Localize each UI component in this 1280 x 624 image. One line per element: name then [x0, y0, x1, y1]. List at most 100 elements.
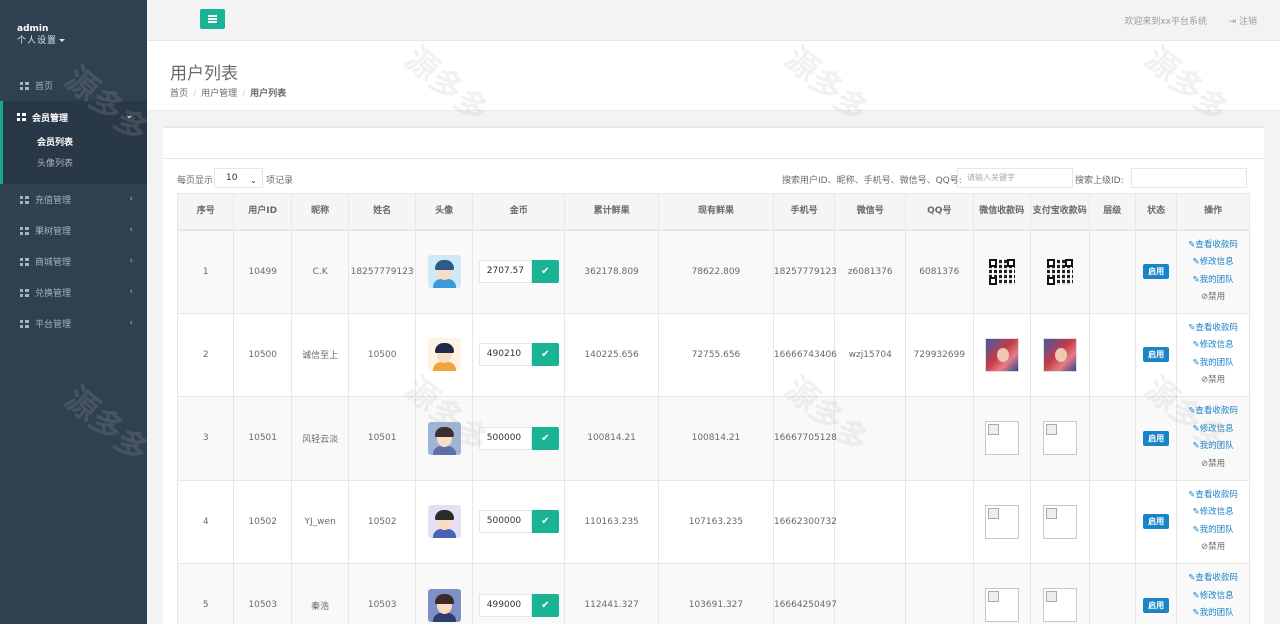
cell-wechat-code: [972, 312, 1032, 397]
cell-qq: 729932699: [905, 312, 974, 397]
cell-level: [1088, 479, 1136, 564]
cell-coin: 499000 ✔: [472, 563, 566, 624]
sidebar-item-platform[interactable]: 平台管理 ‹: [0, 308, 147, 339]
broken-image[interactable]: [1042, 588, 1077, 623]
payment-code-photo[interactable]: [984, 337, 1019, 372]
sidebar-subitem-avatar-list[interactable]: 头像列表: [3, 154, 147, 175]
my-team-link[interactable]: ✎我的团队: [1177, 272, 1249, 290]
column-header: 用户ID: [233, 193, 292, 231]
payment-code-photo[interactable]: [1042, 337, 1077, 372]
my-team-link[interactable]: ✎我的团队: [1177, 605, 1249, 623]
cell-status: 启用: [1134, 563, 1178, 624]
coin-input[interactable]: 2707.57: [478, 260, 532, 283]
status-badge[interactable]: 启用: [1143, 597, 1170, 613]
sidebar-item-exchange[interactable]: 兑换管理 ‹: [0, 277, 147, 308]
breadcrumb-home[interactable]: 首页: [170, 89, 188, 99]
column-header: 昵称: [290, 193, 350, 231]
status-badge[interactable]: 启用: [1143, 264, 1170, 279]
logout-link[interactable]: ⇥ 注销: [1229, 14, 1257, 27]
breadcrumb-parent[interactable]: 用户管理: [201, 89, 237, 99]
avatar[interactable]: [427, 421, 461, 455]
broken-image[interactable]: [1042, 504, 1077, 539]
edit-info-link[interactable]: ✎修改信息: [1177, 337, 1249, 355]
page-length-select[interactable]: 10 ⌄: [214, 168, 263, 188]
sidebar-item-fruit-tree[interactable]: 果树管理 ‹: [0, 215, 147, 246]
sidebar-item-recharge[interactable]: 充值管理 ‹: [0, 184, 147, 215]
my-team-link[interactable]: ✎我的团队: [1177, 438, 1249, 456]
avatar[interactable]: [427, 338, 461, 372]
confirm-coin-button[interactable]: ✔: [531, 426, 559, 450]
status-badge[interactable]: 启用: [1143, 430, 1170, 446]
sidebar-subitem-member-list[interactable]: 会员列表: [3, 133, 147, 154]
cell-current-fruit: 100814.21: [657, 396, 774, 481]
avatar[interactable]: [427, 505, 461, 539]
view-payment-code-link[interactable]: ✎查看收款码: [1177, 320, 1249, 338]
cell-actions: ✎查看收款码✎修改信息✎我的团队⊘禁用: [1176, 396, 1250, 481]
cell-total-fruit: 140225.656: [564, 312, 659, 397]
cell-wechat: [834, 563, 907, 624]
disable-link[interactable]: ⊘禁用: [1177, 539, 1249, 557]
qr-code-image[interactable]: [988, 258, 1015, 285]
cell-current-fruit: 103691.327: [657, 563, 774, 624]
view-payment-code-link[interactable]: ✎查看收款码: [1177, 237, 1249, 255]
confirm-coin-button[interactable]: ✔: [531, 593, 559, 617]
cell-qq: 6081376: [905, 229, 974, 314]
avatar[interactable]: [427, 255, 461, 288]
view-payment-code-link[interactable]: ✎查看收款码: [1177, 487, 1249, 505]
sidebar-item-home[interactable]: 首页: [0, 70, 147, 101]
status-badge[interactable]: 启用: [1143, 347, 1170, 363]
view-payment-code-link[interactable]: ✎查看收款码: [1177, 403, 1249, 421]
broken-image[interactable]: [1042, 421, 1077, 456]
edit-info-link[interactable]: ✎修改信息: [1177, 254, 1249, 272]
column-header: 累计鲜果: [564, 193, 659, 231]
chevron-left-icon: ‹: [129, 287, 133, 297]
cell-nickname: 诚信至上: [290, 312, 350, 397]
broken-image[interactable]: [984, 421, 1019, 456]
cell-avatar: [414, 396, 474, 481]
page-title: 用户列表: [170, 64, 238, 84]
coin-input[interactable]: 500000: [478, 426, 532, 450]
cell-alipay-code: [1030, 563, 1090, 624]
confirm-coin-button[interactable]: ✔: [531, 510, 559, 534]
cell-actions: ✎查看收款码✎修改信息✎我的团队⊘禁用: [1176, 312, 1250, 397]
sidebar-group-member: 会员管理 ⌄ 会员列表 头像列表: [0, 101, 147, 184]
cell-alipay-code: [1030, 229, 1090, 314]
sidebar-item-member[interactable]: 会员管理 ⌄: [3, 101, 147, 133]
view-payment-code-link[interactable]: ✎查看收款码: [1177, 570, 1249, 588]
my-team-link[interactable]: ✎我的团队: [1177, 355, 1249, 373]
menu-toggle-button[interactable]: [200, 9, 225, 29]
column-header: 现有鲜果: [657, 193, 774, 231]
cell-avatar: [414, 479, 474, 564]
edit-icon: ✎: [1192, 507, 1200, 518]
disable-link[interactable]: ⊘禁用: [1177, 372, 1249, 390]
confirm-coin-button[interactable]: ✔: [531, 343, 559, 367]
broken-image[interactable]: [984, 504, 1019, 539]
status-badge[interactable]: 启用: [1143, 514, 1170, 530]
disable-link[interactable]: ⊘禁用: [1177, 289, 1249, 307]
edit-info-link[interactable]: ✎修改信息: [1177, 504, 1249, 522]
broken-image[interactable]: [984, 588, 1019, 623]
qr-code-image[interactable]: [1046, 258, 1073, 285]
sidebar-item-label: 平台管理: [35, 320, 72, 330]
avatar[interactable]: [427, 588, 461, 622]
cell-alipay-code: [1030, 396, 1090, 481]
parent-id-input[interactable]: [1131, 168, 1247, 188]
my-team-link[interactable]: ✎我的团队: [1177, 522, 1249, 540]
cell-avatar: [414, 563, 474, 624]
cell-current-fruit: 78622.809: [657, 229, 774, 314]
sidebar-item-mall[interactable]: 商城管理 ‹: [0, 246, 147, 277]
edit-info-link[interactable]: ✎修改信息: [1177, 588, 1249, 606]
disable-link[interactable]: ⊘禁用: [1177, 456, 1249, 474]
personal-settings-menu[interactable]: 个人设置: [17, 35, 147, 47]
search-input[interactable]: 请输入关键字: [957, 168, 1073, 188]
cell-name: 10502: [348, 479, 416, 564]
edit-info-link[interactable]: ✎修改信息: [1177, 421, 1249, 439]
card-title-bar: [163, 128, 1264, 159]
logout-icon: ⇥: [1228, 17, 1237, 27]
cell-no: 3: [176, 396, 235, 481]
coin-input[interactable]: 490210: [478, 343, 532, 367]
coin-input[interactable]: 500000: [478, 510, 532, 534]
cell-qq: [905, 563, 974, 624]
coin-input[interactable]: 499000: [478, 593, 532, 617]
confirm-coin-button[interactable]: ✔: [531, 260, 559, 283]
